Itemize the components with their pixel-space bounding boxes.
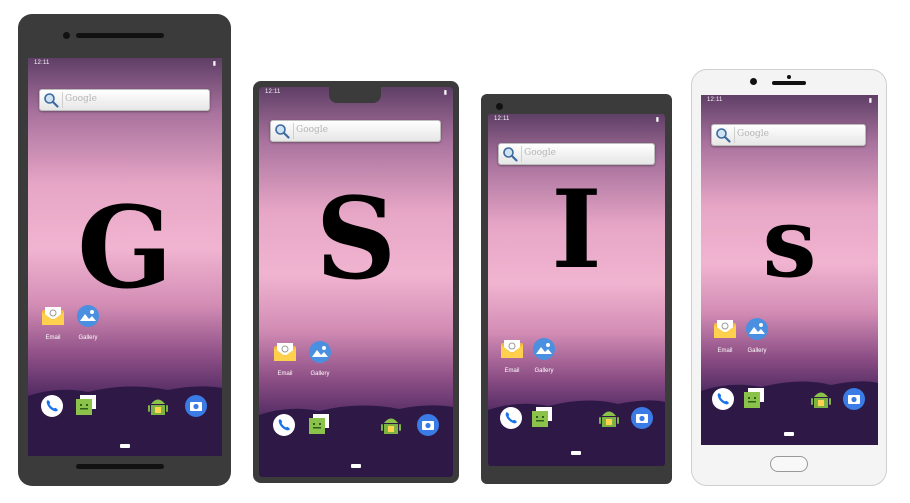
camera-icon[interactable] — [630, 406, 654, 430]
app-email[interactable]: Email — [39, 304, 67, 341]
camera-icon[interactable] — [416, 413, 440, 437]
battery-icon: ▮ — [212, 61, 216, 67]
email-icon — [42, 307, 64, 325]
camera-icon[interactable] — [842, 387, 866, 411]
home-button[interactable] — [571, 451, 581, 455]
messaging-icon[interactable] — [530, 406, 554, 430]
phone-screen: 12:11 ▮ Google s Email Gallery — [701, 95, 878, 445]
app-label: Gallery — [78, 335, 98, 341]
status-time: 12:11 — [34, 60, 50, 66]
app-email[interactable]: Email — [498, 337, 526, 374]
phone-icon[interactable] — [272, 413, 296, 437]
app-label: Gallery — [310, 371, 330, 377]
app-gallery[interactable]: Gallery — [743, 317, 771, 354]
search-icon — [275, 124, 290, 139]
phone-s-lowercase: 12:11 ▮ Google s Email Gallery — [691, 69, 887, 486]
battery-icon: ▮ — [443, 90, 447, 96]
app-label: Email — [277, 371, 293, 377]
android-icon[interactable] — [809, 387, 833, 411]
earpiece-speaker — [76, 33, 164, 38]
search-divider — [62, 92, 63, 108]
big-letter: S — [315, 174, 397, 305]
gallery-icon — [746, 318, 768, 340]
status-time: 12:11 — [265, 89, 281, 95]
email-icon — [274, 343, 296, 361]
android-icon[interactable] — [597, 406, 621, 430]
phone-screen: 12:11 ▮ Google G Email Gallery — [28, 58, 222, 456]
home-button[interactable] — [120, 444, 130, 448]
home-button[interactable] — [784, 432, 794, 436]
app-email[interactable]: Email — [271, 340, 299, 377]
battery-icon: ▮ — [868, 98, 872, 104]
messaging-icon[interactable] — [742, 387, 766, 411]
app-email[interactable]: Email — [711, 317, 739, 354]
search-divider — [521, 146, 522, 162]
status-time: 12:11 — [707, 97, 723, 103]
email-icon — [501, 340, 523, 358]
earpiece-speaker — [772, 81, 806, 85]
camera-icon[interactable] — [184, 394, 208, 418]
app-gallery[interactable]: Gallery — [306, 340, 334, 377]
search-bar[interactable]: Google — [498, 143, 655, 165]
messaging-icon[interactable] — [307, 413, 331, 437]
app-label: Email — [717, 348, 733, 354]
sensor-dot — [787, 75, 791, 79]
phone-icon[interactable] — [40, 394, 64, 418]
phone-screen: 12:11 ▮ Google S Email Gallery — [259, 87, 453, 477]
big-letter: G — [77, 183, 173, 314]
messaging-icon[interactable] — [74, 394, 98, 418]
phone-icon[interactable] — [711, 387, 735, 411]
physical-home-button[interactable] — [770, 456, 808, 472]
search-icon — [503, 147, 518, 162]
home-button[interactable] — [351, 464, 361, 468]
app-label: Gallery — [747, 348, 767, 354]
phone-g: 12:11 ▮ Google G Email Gallery — [18, 14, 231, 486]
app-gallery[interactable]: Gallery — [74, 304, 102, 341]
search-placeholder: Google — [737, 129, 769, 139]
app-gallery[interactable]: Gallery — [530, 337, 558, 374]
gallery-icon — [533, 338, 555, 360]
status-time: 12:11 — [494, 116, 510, 122]
search-placeholder: Google — [524, 148, 556, 158]
search-placeholder: Google — [65, 94, 97, 104]
gallery-icon — [77, 305, 99, 327]
email-icon — [714, 320, 736, 338]
search-divider — [293, 123, 294, 139]
search-icon — [44, 93, 59, 108]
phone-icon[interactable] — [499, 406, 523, 430]
search-bar[interactable]: Google — [711, 124, 866, 146]
battery-icon: ▮ — [655, 117, 659, 123]
android-icon[interactable] — [379, 413, 403, 437]
front-camera — [496, 103, 503, 110]
big-letter: I — [551, 167, 602, 293]
search-divider — [734, 127, 735, 143]
phone-screen: 12:11 ▮ Google I Email Gallery — [488, 114, 665, 466]
app-label: Email — [504, 368, 520, 374]
phone-s: 12:11 ▮ Google S Email Gallery — [253, 81, 459, 483]
bottom-speaker — [76, 464, 164, 469]
big-letter: s — [762, 186, 817, 299]
front-camera — [750, 78, 757, 85]
search-bar[interactable]: Google — [270, 120, 441, 142]
search-bar[interactable]: Google — [39, 89, 210, 111]
front-camera — [63, 32, 70, 39]
phone-i: 12:11 ▮ Google I Email Gallery — [481, 94, 672, 484]
app-label: Email — [45, 335, 61, 341]
gallery-icon — [309, 341, 331, 363]
android-icon[interactable] — [146, 394, 170, 418]
app-label: Gallery — [534, 368, 554, 374]
display-notch — [329, 87, 381, 103]
search-icon — [716, 128, 731, 143]
search-placeholder: Google — [296, 125, 328, 135]
